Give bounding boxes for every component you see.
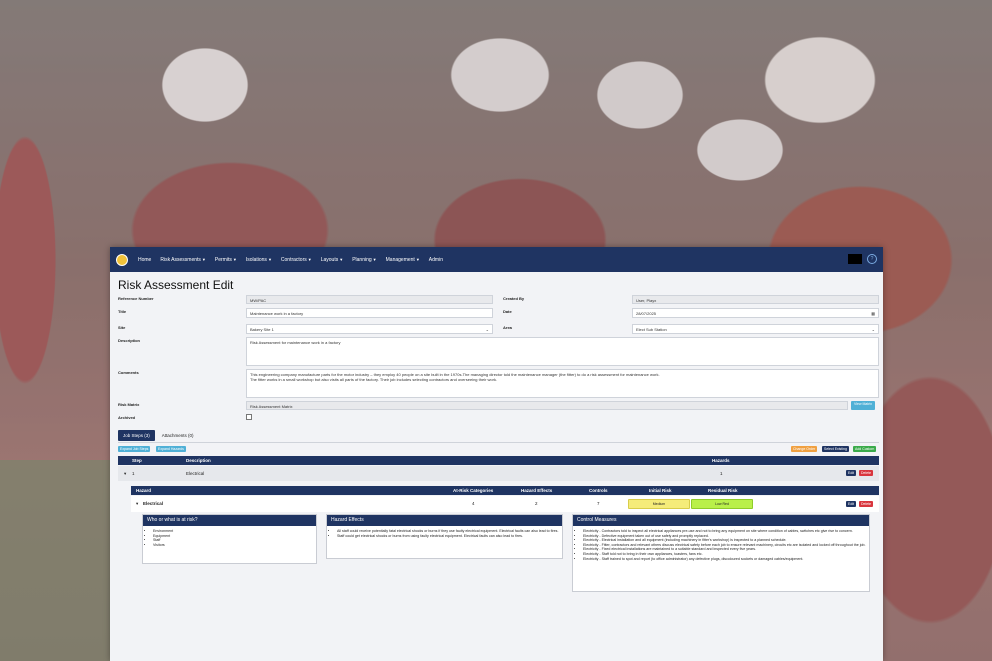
- delete-hazard-button[interactable]: Delete: [859, 501, 874, 507]
- chevron-down-icon: ⌄: [485, 327, 489, 332]
- chevron-down-icon: ▼: [307, 256, 312, 262]
- area-select[interactable]: Elect Sub Station ⌄: [632, 324, 879, 334]
- nav-home[interactable]: Home: [138, 257, 151, 263]
- residual-risk-badge: Low Red: [691, 499, 753, 509]
- control-measures-list: Electricity - Contractors told to inspec…: [573, 529, 869, 561]
- help-icon[interactable]: ?: [867, 254, 877, 264]
- calendar-icon: ▦: [871, 311, 875, 316]
- expand-hazards-button[interactable]: Expand Hazards: [156, 446, 186, 452]
- description-textarea[interactable]: Risk Assessment for maintenance work in …: [246, 337, 879, 366]
- area-label: Area: [503, 325, 512, 330]
- nav-isolations[interactable]: Isolations▼: [246, 257, 272, 263]
- initial-risk-badge: Medium: [628, 499, 690, 509]
- nav-contractors[interactable]: Contractors▼: [281, 257, 312, 263]
- hazard-effects-count: 2: [535, 501, 538, 506]
- chevron-down-icon: ⌄: [871, 327, 875, 332]
- reference-label: Reference Number: [118, 296, 154, 301]
- chevron-down-icon: ▼: [201, 256, 206, 262]
- hazard-effects-panel: Hazard Effects All staff could receive p…: [326, 514, 563, 559]
- col-hazard: Hazard: [136, 488, 152, 493]
- archived-label: Archived: [118, 415, 136, 420]
- nav-permits[interactable]: Permits▼: [215, 257, 237, 263]
- user-avatar[interactable]: [848, 254, 862, 264]
- nav-management[interactable]: Management▼: [386, 257, 420, 263]
- archived-checkbox[interactable]: [246, 414, 252, 420]
- select-existing-button[interactable]: Select Existing: [822, 446, 849, 452]
- created-by-label: Created By: [503, 296, 525, 301]
- step-description: Electrical: [186, 471, 205, 476]
- hazard-controls-count: 7: [597, 501, 600, 506]
- comments-textarea[interactable]: This engineering company manufacture par…: [246, 369, 879, 398]
- comments-label: Comments: [118, 370, 139, 375]
- who-at-risk-panel: Who or what is at risk? Environment Equi…: [142, 514, 317, 564]
- background-crate: [0, 460, 110, 661]
- tabs-bar: Job Steps (3) Attachments (0): [118, 430, 199, 441]
- app-window: Home Risk Assessments▼ Permits▼ Isolatio…: [110, 247, 883, 661]
- hazard-effects-list: All staff could receive potentially fata…: [327, 529, 562, 538]
- col-residual-risk: Residual Risk: [708, 488, 738, 493]
- col-description: Description: [186, 458, 211, 463]
- title-input[interactable]: Maintenance work in a factory: [246, 308, 493, 318]
- list-item: Visitors: [153, 543, 316, 548]
- list-item: Electricity - Staff trained to spot and …: [583, 557, 869, 562]
- nav-planning[interactable]: Planning▼: [352, 257, 376, 263]
- hazard-table-header: Hazard At-Risk Categories Hazard Effects…: [131, 486, 879, 495]
- date-label: Date: [503, 309, 512, 314]
- add-custom-button[interactable]: Add Custom: [853, 446, 877, 452]
- table-row[interactable]: ▾ 1 Electrical 1 Edit Delete: [118, 466, 879, 481]
- list-item: All staff could receive potentially fata…: [337, 529, 562, 534]
- edit-step-button[interactable]: Edit: [846, 470, 857, 476]
- col-initial-risk: Initial Risk: [649, 488, 672, 493]
- tab-job-steps[interactable]: Job Steps (3): [118, 430, 155, 441]
- hazard-effects-title: Hazard Effects: [327, 515, 562, 526]
- comments-line-2: The fitter works in a small workshop but…: [250, 377, 498, 382]
- chevron-down-icon: ▼: [415, 256, 420, 262]
- expand-row-icon[interactable]: ▾: [124, 471, 126, 477]
- step-hazards-count: 1: [720, 471, 723, 476]
- who-at-risk-list: Environment Equipment Staff Visitors: [143, 529, 316, 547]
- risk-matrix-label: Risk Matrix: [118, 402, 140, 407]
- chevron-down-icon: ▼: [339, 256, 344, 262]
- description-label: Description: [118, 338, 141, 343]
- company-logo-icon[interactable]: [116, 253, 128, 266]
- edit-hazard-button[interactable]: Edit: [846, 501, 857, 507]
- hazard-at-risk-count: 4: [472, 501, 475, 506]
- col-effects: Hazard Effects: [521, 488, 553, 493]
- col-at-risk: At-Risk Categories: [453, 488, 494, 493]
- hazard-row[interactable]: ▾ Electrical 4 2 7 Medium Low Red Edit D…: [131, 496, 879, 512]
- hazard-name: Electrical: [143, 501, 164, 506]
- reference-input[interactable]: MW/PAC: [246, 295, 493, 304]
- created-by-input: User, Playx: [632, 295, 879, 304]
- col-hazards: Hazards: [712, 458, 730, 463]
- top-navbar: Home Risk Assessments▼ Permits▼ Isolatio…: [110, 247, 883, 272]
- list-item: Staff could get electrical shocks or bur…: [337, 534, 562, 539]
- tab-attachments[interactable]: Attachments (0): [157, 430, 199, 441]
- step-number: 1: [132, 471, 135, 476]
- steps-table-header: Step Description Hazards: [118, 456, 879, 465]
- change-order-button[interactable]: Change Order: [791, 446, 818, 452]
- list-item: Electricity - Contractors told to inspec…: [583, 529, 869, 534]
- nav-admin[interactable]: Admin: [429, 257, 443, 263]
- chevron-down-icon: ▼: [267, 256, 272, 262]
- control-measures-panel: Control Measures Electricity - Contracto…: [572, 514, 870, 592]
- control-measures-title: Control Measures: [573, 515, 869, 526]
- chevron-down-icon: ▼: [232, 256, 237, 262]
- col-step: Step: [132, 458, 142, 463]
- expand-job-steps-button[interactable]: Expand Job Steps: [118, 446, 151, 452]
- view-matrix-button[interactable]: View Matrix: [851, 401, 876, 410]
- nav-risk-assessments[interactable]: Risk Assessments▼: [160, 257, 206, 263]
- risk-matrix-input: Risk Assessment Matrix: [246, 401, 848, 410]
- site-select[interactable]: Bakery Site 1 ⌄: [246, 324, 493, 334]
- who-at-risk-title: Who or what is at risk?: [143, 515, 316, 526]
- nav-layouts[interactable]: Layouts▼: [321, 257, 343, 263]
- delete-step-button[interactable]: Delete: [859, 470, 874, 476]
- expand-hazard-icon[interactable]: ▾: [136, 501, 138, 507]
- tabs-divider: [118, 442, 879, 443]
- title-label: Title: [118, 309, 127, 314]
- date-input[interactable]: 28/07/2025 ▦: [632, 308, 879, 318]
- chevron-down-icon: ▼: [372, 256, 377, 262]
- site-label: Site: [118, 325, 126, 330]
- page-title: Risk Assessment Edit: [118, 278, 234, 292]
- col-controls: Controls: [589, 488, 608, 493]
